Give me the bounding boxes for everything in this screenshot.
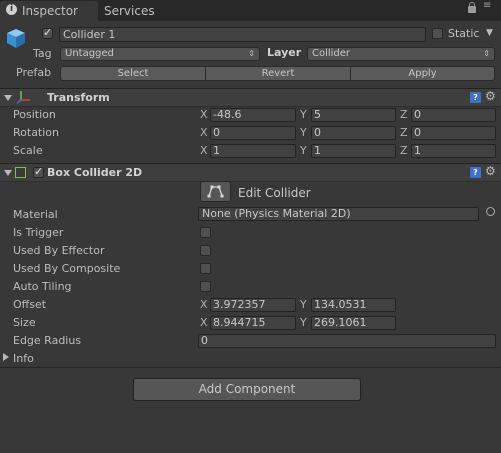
axis-x-label[interactable]: X	[200, 144, 208, 157]
used-by-composite-label: Used By Composite	[13, 262, 121, 275]
axis-y-label[interactable]: Y	[300, 298, 307, 311]
box-collider-icon	[15, 167, 26, 178]
prefab-revert-button[interactable]: Revert	[205, 66, 351, 81]
info-label[interactable]: Info	[13, 352, 34, 365]
axis-y-label[interactable]: Y	[300, 144, 307, 157]
edge-radius-label: Edge Radius	[13, 334, 82, 347]
axis-z-label[interactable]: Z	[400, 126, 408, 139]
static-label: Static	[448, 27, 480, 40]
scale-x-field[interactable]: 1	[210, 144, 296, 158]
help-book-icon[interactable]: ?	[470, 167, 481, 178]
auto-tiling-checkbox[interactable]	[200, 281, 211, 292]
box-collider-title: Box Collider 2D	[47, 166, 143, 179]
section-divider	[0, 367, 501, 368]
layer-dropdown[interactable]: Collider ⇕	[307, 47, 495, 61]
tag-value: Untagged	[65, 48, 114, 59]
rotation-z-field[interactable]: 0	[411, 126, 496, 140]
edge-radius-field[interactable]: 0	[198, 334, 496, 348]
transform-foldout-icon[interactable]	[4, 95, 12, 101]
size-y-field[interactable]: 269.1061	[311, 316, 396, 330]
size-label: Size	[13, 316, 36, 329]
edit-collider-icon	[207, 185, 224, 198]
menu-icon[interactable]: ≡	[483, 1, 491, 11]
tag-label: Tag	[33, 47, 52, 60]
add-component-button[interactable]: Add Component	[133, 378, 361, 401]
lock-shackle	[469, 2, 475, 7]
used-by-effector-label: Used By Effector	[13, 244, 105, 257]
scale-z-field[interactable]: 1	[411, 144, 496, 158]
layer-label: Layer	[267, 46, 302, 59]
axis-z-label[interactable]: Z	[400, 108, 408, 121]
axis-x-label[interactable]: X	[200, 298, 208, 311]
axis-x-label[interactable]: X	[200, 126, 208, 139]
gear-icon[interactable]: ⚙	[485, 164, 496, 178]
edit-collider-label: Edit Collider	[238, 186, 311, 200]
tab-inspector-label: Inspector	[22, 4, 78, 18]
object-picker-icon[interactable]	[486, 207, 495, 216]
info-icon: i	[6, 4, 17, 15]
check-icon: ✓	[34, 165, 44, 178]
rotation-y-field[interactable]: 0	[311, 126, 396, 140]
is-trigger-checkbox[interactable]	[200, 227, 211, 238]
is-trigger-label: Is Trigger	[13, 226, 64, 239]
active-checkbox[interactable]: ✓	[42, 26, 53, 39]
scale-label: Scale	[13, 144, 43, 157]
transform-title: Transform	[47, 91, 110, 104]
tab-services[interactable]: Services	[104, 4, 155, 18]
auto-tiling-label: Auto Tiling	[13, 280, 72, 293]
lock-icon[interactable]	[468, 6, 476, 13]
axis-x-label[interactable]: X	[200, 316, 208, 329]
used-by-effector-checkbox[interactable]	[200, 245, 211, 256]
material-label: Material	[13, 208, 58, 221]
prefab-label: Prefab	[16, 66, 52, 79]
axis-y-label[interactable]: Y	[300, 126, 307, 139]
size-x-field[interactable]: 8.944715	[210, 316, 296, 330]
rotation-label: Rotation	[13, 126, 60, 139]
box-collider-enabled-checkbox[interactable]: ✓	[33, 165, 44, 178]
gameobject-name-field[interactable]: Collider 1	[59, 27, 426, 42]
position-y-field[interactable]: 5	[311, 108, 396, 122]
position-z-field[interactable]: 0	[411, 108, 496, 122]
rotation-x-field[interactable]: 0	[210, 126, 296, 140]
dropdown-arrow-icon: ⇕	[248, 49, 255, 58]
static-dropdown-arrow[interactable]: ▼	[486, 28, 493, 38]
tab-inspector[interactable]: i Inspector	[0, 1, 98, 21]
info-foldout-icon[interactable]	[3, 353, 9, 361]
cube-icon	[5, 27, 27, 49]
scale-y-field[interactable]: 1	[311, 144, 396, 158]
static-checkbox[interactable]	[432, 28, 443, 39]
position-label: Position	[13, 108, 56, 121]
axis-y-label[interactable]: Y	[300, 108, 307, 121]
axis-z-label[interactable]: Z	[400, 144, 408, 157]
offset-y-field[interactable]: 134.0531	[311, 298, 396, 312]
layer-value: Collider	[312, 48, 351, 59]
tag-dropdown[interactable]: Untagged ⇕	[60, 47, 260, 61]
gear-icon[interactable]: ⚙	[485, 89, 496, 103]
check-icon: ✓	[43, 26, 53, 39]
position-x-field[interactable]: -48.6	[210, 108, 296, 122]
offset-label: Offset	[13, 298, 47, 311]
help-book-icon[interactable]: ?	[470, 92, 481, 103]
box-collider-foldout-icon[interactable]	[4, 170, 12, 176]
offset-x-field[interactable]: 3.972357	[210, 298, 296, 312]
prefab-select-button[interactable]: Select	[60, 66, 206, 81]
used-by-composite-checkbox[interactable]	[200, 263, 211, 274]
axis-y-label[interactable]: Y	[300, 316, 307, 329]
axis-x-label[interactable]: X	[200, 108, 208, 121]
dropdown-arrow-icon: ⇕	[483, 49, 490, 58]
material-field[interactable]: None (Physics Material 2D)	[198, 207, 479, 221]
transform-gizmo-icon	[16, 90, 31, 104]
prefab-apply-button[interactable]: Apply	[350, 66, 495, 81]
edit-collider-button[interactable]	[200, 181, 231, 202]
